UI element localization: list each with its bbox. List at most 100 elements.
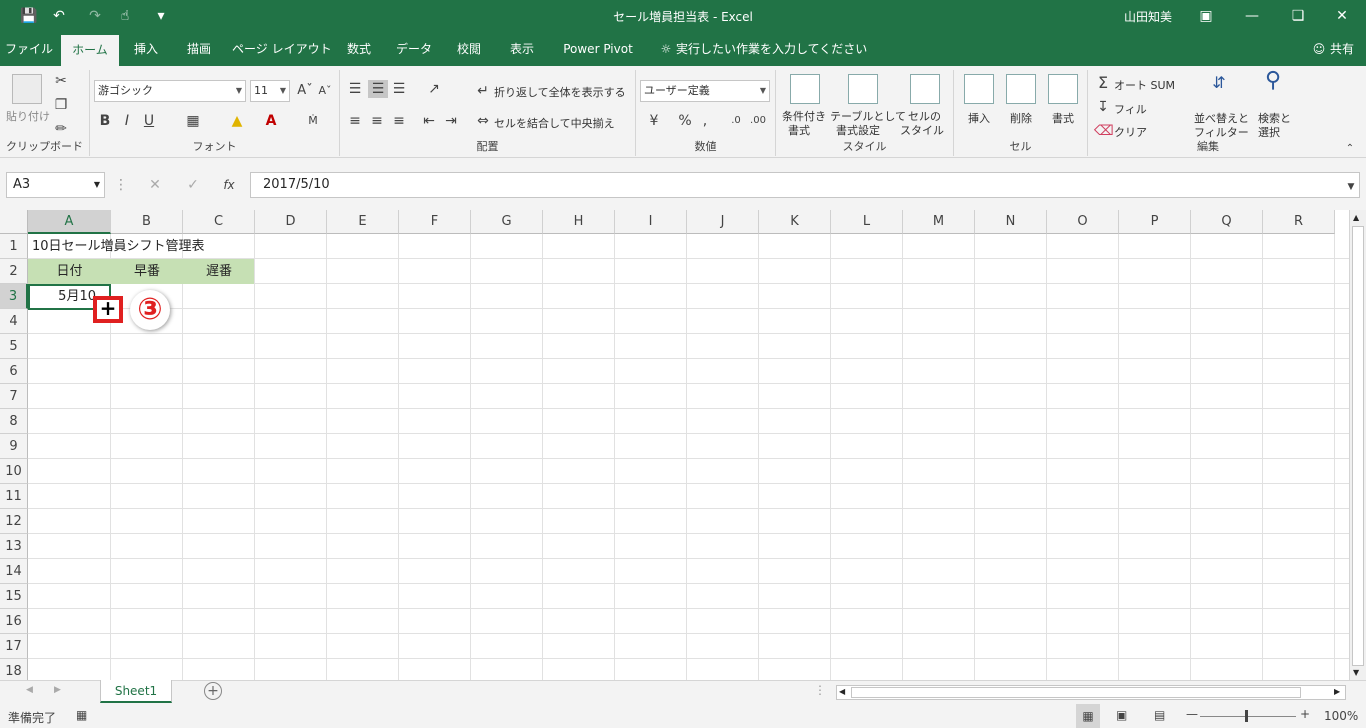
page-break-view-icon[interactable]: ▤ xyxy=(1154,708,1165,722)
conditional-format-line2[interactable]: 書式 xyxy=(788,122,810,138)
row-header-9[interactable]: 9 xyxy=(0,434,28,459)
tab-split-icon[interactable]: ⋮ xyxy=(814,683,826,697)
scroll-up-icon[interactable]: ▲ xyxy=(1353,213,1359,222)
row-header-11[interactable]: 11 xyxy=(0,484,28,509)
font-color-icon[interactable]: A xyxy=(262,112,280,130)
row-header-10[interactable]: 10 xyxy=(0,459,28,484)
border-icon[interactable]: ▦ xyxy=(182,112,204,130)
cell-A1[interactable]: 10日セール増員シフト管理表 xyxy=(32,234,205,259)
next-sheet-icon[interactable]: ▶ xyxy=(54,685,61,695)
tab-review[interactable]: 校閲 xyxy=(446,32,492,66)
align-middle-icon[interactable]: ☰ xyxy=(368,80,388,98)
italic-icon[interactable]: I xyxy=(118,112,136,130)
insert-cells-button[interactable]: 挿入 xyxy=(968,110,990,126)
row-header-5[interactable]: 5 xyxy=(0,334,28,359)
increase-decimal-icon[interactable]: .0 xyxy=(726,112,746,130)
column-header-N[interactable]: N xyxy=(975,210,1047,234)
find-select-icon[interactable]: ⚲ xyxy=(1258,70,1288,92)
normal-view-icon[interactable]: ▦ xyxy=(1076,704,1100,728)
tab-data[interactable]: データ xyxy=(390,32,438,66)
phonetic-icon[interactable]: Ṁ xyxy=(304,112,322,130)
increase-font-icon[interactable]: Aˇ xyxy=(296,82,314,100)
column-header-O[interactable]: O xyxy=(1047,210,1119,234)
cell-B2[interactable]: 早番 xyxy=(111,259,183,284)
copy-icon[interactable]: ❐ xyxy=(52,96,70,114)
column-header-K[interactable]: K xyxy=(759,210,831,234)
column-header-I[interactable]: I xyxy=(615,210,687,234)
select-all-corner[interactable] xyxy=(0,210,28,234)
autosum-button[interactable]: オート SUM xyxy=(1114,77,1175,93)
underline-icon[interactable]: U xyxy=(140,112,158,130)
cell-A3[interactable]: 5月10 xyxy=(30,284,96,309)
horizontal-scrollbar[interactable]: ◀ ▶ xyxy=(836,685,1346,700)
conditional-format-icon[interactable] xyxy=(790,74,820,104)
merge-center-button[interactable]: セルを結合して中央揃え xyxy=(494,115,615,131)
cut-icon[interactable]: ✂ xyxy=(52,72,70,90)
vertical-scroll-thumb[interactable] xyxy=(1352,226,1364,666)
zoom-slider-thumb[interactable] xyxy=(1245,710,1248,722)
column-header-G[interactable]: G xyxy=(471,210,543,234)
comma-style-icon[interactable]: , xyxy=(698,112,712,130)
insert-function-icon[interactable]: fx xyxy=(220,176,238,194)
prev-sheet-icon[interactable]: ◀ xyxy=(26,685,33,695)
tab-page-layout[interactable]: ページ レイアウト xyxy=(232,32,332,66)
fill-icon[interactable]: ↧ xyxy=(1094,98,1112,116)
accounting-format-icon[interactable]: ¥ xyxy=(642,112,666,130)
column-header-H[interactable]: H xyxy=(543,210,615,234)
ribbon-display-icon[interactable]: ▣ xyxy=(1186,4,1226,28)
number-format-select[interactable]: ユーザー定義 ▼ xyxy=(640,80,770,102)
align-bottom-icon[interactable]: ☰ xyxy=(390,80,408,98)
formula-input[interactable]: 2017/5/10 xyxy=(250,172,1360,198)
row-header-14[interactable]: 14 xyxy=(0,559,28,584)
column-header-E[interactable]: E xyxy=(327,210,399,234)
row-header-3[interactable]: 3 xyxy=(0,284,28,309)
row-header-8[interactable]: 8 xyxy=(0,409,28,434)
font-name-select[interactable]: 游ゴシック ▼ xyxy=(94,80,246,102)
share-button[interactable]: 共有 xyxy=(1330,32,1360,66)
row-header-4[interactable]: 4 xyxy=(0,309,28,334)
percent-icon[interactable]: % xyxy=(676,112,694,130)
cancel-icon[interactable]: ✕ xyxy=(146,176,164,194)
worksheet-grid[interactable]: ABCDEFGHIJKLMNOPQR 1 2 3 4 5 6 7 8 9 10 11 12 13 14 15… xyxy=(0,210,1366,680)
decrease-font-icon[interactable]: Aˇ xyxy=(316,82,334,100)
tab-formulas[interactable]: 数式 xyxy=(336,32,382,66)
cell-C2[interactable]: 遅番 xyxy=(183,259,255,284)
new-sheet-icon[interactable]: + xyxy=(204,682,222,700)
scroll-down-icon[interactable]: ▼ xyxy=(1353,668,1359,677)
zoom-level[interactable]: 100% xyxy=(1324,709,1358,723)
cell-styles-line2[interactable]: スタイル xyxy=(900,122,944,138)
column-header-M[interactable]: M xyxy=(903,210,975,234)
paste-icon[interactable] xyxy=(12,74,42,104)
tell-me-input[interactable]: 実行したい作業を入力してください xyxy=(676,32,867,66)
wrap-text-icon[interactable]: ↵ xyxy=(474,82,492,100)
increase-indent-icon[interactable]: ⇥ xyxy=(442,112,460,130)
tab-insert[interactable]: 挿入 xyxy=(122,32,170,66)
row-header-7[interactable]: 7 xyxy=(0,384,28,409)
page-layout-view-icon[interactable]: ▣ xyxy=(1116,708,1127,722)
column-header-P[interactable]: P xyxy=(1119,210,1191,234)
scroll-left-icon[interactable]: ◀ xyxy=(839,687,845,696)
format-as-table-icon[interactable] xyxy=(848,74,878,104)
vertical-scrollbar[interactable]: ▲ ▼ xyxy=(1349,210,1366,680)
formula-bar-handle-icon[interactable]: ⋮ xyxy=(114,176,128,194)
zoom-in-icon[interactable]: + xyxy=(1300,707,1310,721)
zoom-slider[interactable] xyxy=(1200,716,1296,717)
align-right-icon[interactable]: ≡ xyxy=(390,112,408,130)
tab-draw[interactable]: 描画 xyxy=(176,32,222,66)
name-box[interactable]: A3 ▼ xyxy=(6,172,105,198)
align-left-icon[interactable]: ≡ xyxy=(346,112,364,130)
orientation-icon[interactable]: ↗ xyxy=(422,80,446,98)
cell-styles-icon[interactable] xyxy=(910,74,940,104)
format-cells-button[interactable]: 書式 xyxy=(1052,110,1074,126)
tab-file[interactable]: ファイル xyxy=(0,32,58,66)
row-header-17[interactable]: 17 xyxy=(0,634,28,659)
align-center-icon[interactable]: ≡ xyxy=(368,112,386,130)
close-icon[interactable]: ✕ xyxy=(1322,4,1362,28)
row-header-15[interactable]: 15 xyxy=(0,584,28,609)
row-header-2[interactable]: 2 xyxy=(0,259,28,284)
format-cells-icon[interactable] xyxy=(1048,74,1078,104)
row-header-16[interactable]: 16 xyxy=(0,609,28,634)
merge-center-icon[interactable]: ⇔ xyxy=(474,112,492,130)
fill-color-icon[interactable]: ▲ xyxy=(226,112,248,130)
user-name[interactable]: 山田知美 xyxy=(1124,8,1172,25)
